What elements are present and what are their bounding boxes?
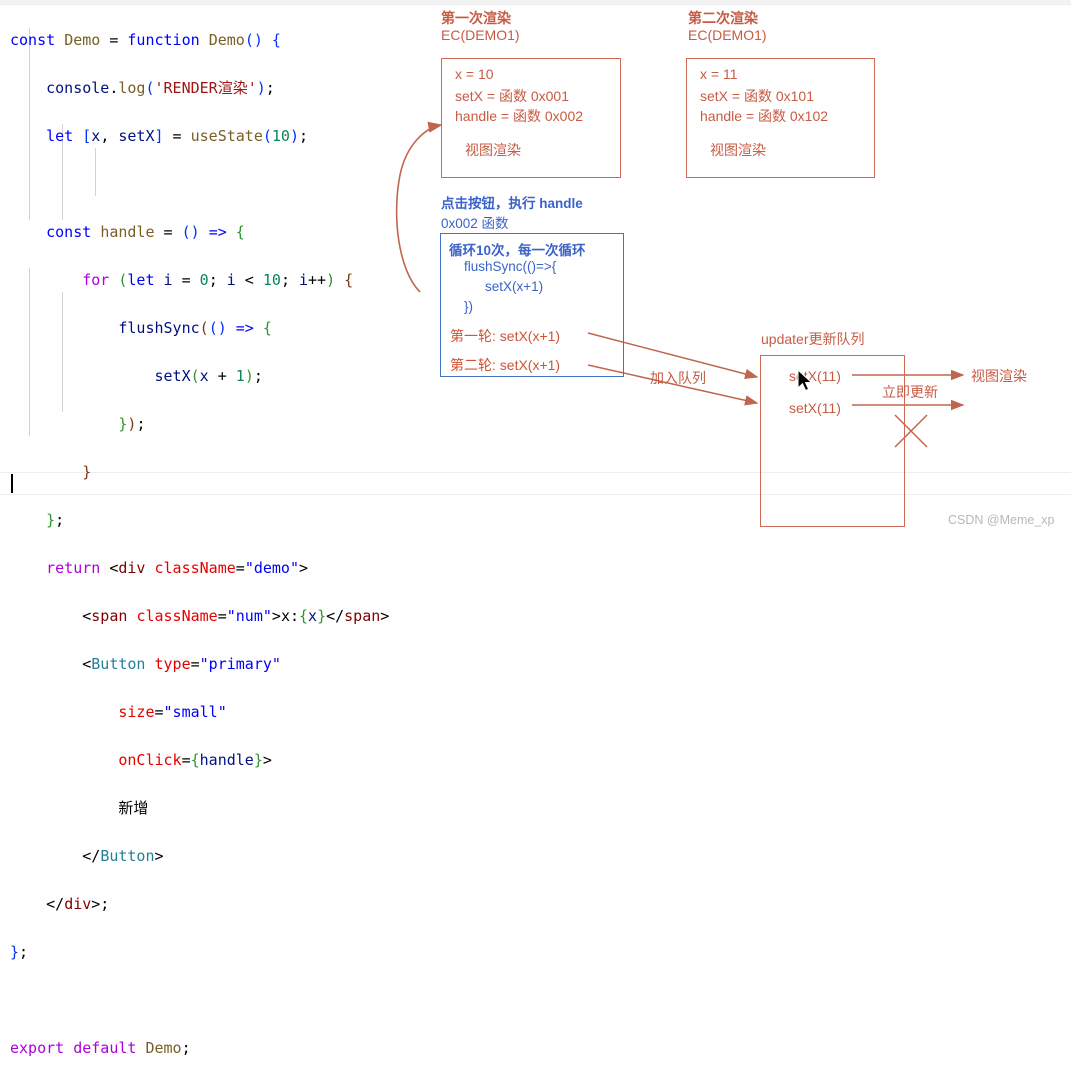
code-line: }; (46, 511, 65, 529)
code-content[interactable]: const Demo = function Demo() { console.l… (10, 4, 389, 1076)
code-line: </div>; (10, 895, 110, 913)
code-line: for (let i = 0; i < 10; i++) { (82, 271, 354, 289)
code-line: export default Demo; (10, 1039, 191, 1057)
code-line: const Demo = function Demo() { (10, 31, 281, 49)
code-line: </Button> (10, 847, 164, 865)
code-line: let [x, setX] = useState(10); (46, 127, 309, 145)
code-line: <span className="num">x:{x}</span> (10, 607, 390, 625)
code-line: flushSync(() => { (118, 319, 272, 337)
code-line: onClick={handle}> (118, 751, 272, 769)
code-line: <Button type="primary" (10, 655, 281, 673)
code-line: size="small" (118, 703, 227, 721)
code-line: }; (10, 943, 29, 961)
code-line: }); (118, 415, 146, 433)
code-line: return <div className="demo"> (46, 559, 309, 577)
code-line: const handle = () => { (46, 223, 245, 241)
code-line: console.log('RENDER渲染'); (46, 79, 275, 97)
code-editor[interactable]: const Demo = function Demo() { console.l… (0, 0, 1071, 1057)
code-line: } (82, 463, 92, 481)
code-line: 新增 (10, 799, 149, 817)
code-line: setX(x + 1); (154, 367, 263, 385)
